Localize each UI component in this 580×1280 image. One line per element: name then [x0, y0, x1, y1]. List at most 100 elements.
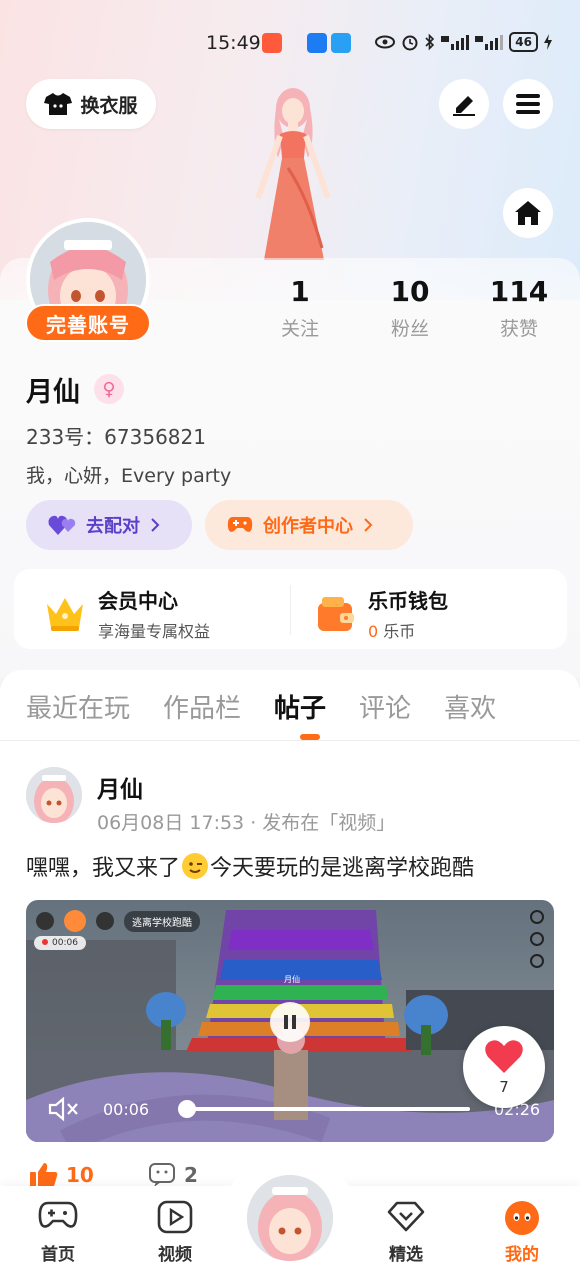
rec-indicator: 00:06: [34, 936, 86, 950]
rec-time: 00:06: [52, 938, 78, 948]
refresh-icon[interactable]: [530, 954, 544, 968]
face-icon: [505, 1201, 539, 1235]
avatar-character-figure[interactable]: [228, 78, 358, 260]
wallet-unit: 乐币: [383, 622, 416, 641]
friends-icon[interactable]: [96, 912, 114, 930]
shirt-icon: [44, 93, 73, 115]
wallet-icon: [318, 596, 354, 631]
nav-home[interactable]: 首页: [18, 1200, 98, 1265]
controller-icon[interactable]: [530, 932, 544, 946]
stat-number: 114: [489, 275, 549, 308]
pause-button[interactable]: [270, 1002, 310, 1042]
chat-icon[interactable]: [64, 910, 86, 932]
wallet-entry[interactable]: 乐币钱包 0 乐币: [316, 585, 448, 642]
status-right: 46: [375, 32, 552, 52]
tab-likes[interactable]: 喜欢: [444, 688, 496, 728]
thumbs-up-icon: [30, 1163, 58, 1188]
post-author-avatar[interactable]: [26, 767, 82, 823]
in-game-sign: 月仙: [284, 975, 300, 984]
status-time: 15:49: [206, 32, 261, 54]
like-button[interactable]: 10: [30, 1162, 94, 1188]
comment-icon: [149, 1163, 175, 1187]
tab-comments[interactable]: 评论: [359, 688, 411, 728]
home-button[interactable]: [503, 188, 553, 238]
crown-icon: [47, 597, 83, 631]
floating-like-button[interactable]: 7: [463, 1026, 545, 1108]
tab-works[interactable]: 作品栏: [163, 688, 241, 728]
heart-icon: [485, 1040, 523, 1073]
play-icon: [157, 1200, 193, 1234]
charging-icon: [544, 34, 552, 50]
heart-diamond-icon: [387, 1201, 425, 1232]
battery-indicator: 46: [509, 32, 538, 52]
game-tag: 逃离学校跑酷: [124, 910, 200, 932]
nav-label: 精选: [389, 1245, 423, 1265]
nav-center-avatar[interactable]: [244, 1172, 336, 1264]
user-id: 233号：67356821: [26, 425, 206, 449]
stat-number: 10: [390, 275, 430, 308]
pair-label: 去配对: [86, 516, 140, 537]
post-text[interactable]: 嘿嘿，我又来了 今天要玩的是逃离学校跑酷: [26, 850, 474, 882]
pair-button[interactable]: 去配对: [26, 500, 192, 550]
winking-face-icon: [182, 853, 209, 879]
stat-label: 获赞: [499, 318, 538, 340]
eye-icon: [375, 35, 396, 49]
wallet-balance: 0 乐币: [368, 618, 448, 642]
member-center-entry[interactable]: 会员中心 享海量专属权益: [44, 585, 210, 642]
bluetooth-icon: [425, 33, 435, 51]
rec-dot-icon: [42, 939, 48, 945]
app-notification-icon: [331, 33, 351, 53]
mute-icon[interactable]: [48, 1096, 80, 1122]
app-notification-icon: [262, 33, 282, 53]
gamepad-icon: [227, 517, 253, 532]
comment-count: 2: [184, 1163, 198, 1187]
chevron-right-icon: [364, 518, 373, 532]
tab-recently-played[interactable]: 最近在玩: [26, 688, 130, 728]
stat-likes[interactable]: 114 获赞: [474, 275, 564, 341]
member-center-subtitle: 享海量专属权益: [98, 622, 211, 641]
tab-posts[interactable]: 帖子: [274, 688, 326, 728]
profile-tabs: 最近在玩 作品栏 帖子 评论 喜欢: [26, 688, 529, 728]
pencil-icon: [453, 96, 475, 116]
post-text-part: 嘿嘿，我又来了: [26, 856, 181, 881]
female-gender-icon: ♀: [94, 374, 124, 404]
post-text-part: 今天要玩的是逃离学校跑酷: [210, 856, 475, 881]
stat-followers[interactable]: 10 粉丝: [365, 275, 455, 341]
menu-button[interactable]: [503, 79, 553, 129]
like-count: 10: [66, 1163, 94, 1187]
stat-number: 1: [290, 275, 310, 308]
creator-center-button[interactable]: 创作者中心: [205, 500, 413, 550]
settings-icon[interactable]: [530, 910, 544, 924]
video-side-controls: [530, 910, 544, 968]
nav-label: 视频: [158, 1245, 192, 1265]
stat-label: 关注: [280, 318, 319, 340]
avatar-face-image: [26, 767, 82, 823]
video-progress-track[interactable]: [180, 1107, 470, 1111]
comment-button[interactable]: 2: [148, 1162, 198, 1188]
post-author-name[interactable]: 月仙: [97, 770, 143, 804]
stat-label: 粉丝: [390, 318, 429, 340]
stat-following[interactable]: 1 关注: [255, 275, 345, 341]
video-progress-thumb[interactable]: [178, 1100, 196, 1118]
signal-5g-icon: [441, 35, 470, 50]
nav-video[interactable]: 视频: [135, 1200, 215, 1265]
list-icon[interactable]: [36, 912, 54, 930]
post-video-player[interactable]: 逃离学校跑酷 00:06 月仙 00:06 02:26: [26, 900, 554, 1142]
nav-featured[interactable]: 精选: [366, 1200, 446, 1265]
member-center-title: 会员中心: [98, 589, 178, 613]
hearts-icon: [48, 515, 76, 535]
nav-label: 我的: [505, 1245, 539, 1265]
signal-4g-icon: [475, 35, 504, 50]
complete-account-button[interactable]: 完善账号: [25, 304, 151, 342]
divider: [290, 585, 291, 635]
nav-mine[interactable]: 我的: [482, 1200, 562, 1265]
chevron-right-icon: [151, 518, 160, 532]
dress-up-button[interactable]: 换衣服: [26, 79, 156, 129]
video-current-time: 00:06: [103, 1100, 150, 1119]
video-overlay-toolbar: 逃离学校跑酷: [36, 910, 200, 932]
edit-button[interactable]: [439, 79, 489, 129]
dress-up-label: 换衣服: [80, 94, 138, 117]
house-icon: [515, 201, 541, 225]
nav-label: 首页: [41, 1245, 75, 1265]
membership-wallet-card: 会员中心 享海量专属权益 乐币钱包 0 乐币: [14, 569, 567, 649]
